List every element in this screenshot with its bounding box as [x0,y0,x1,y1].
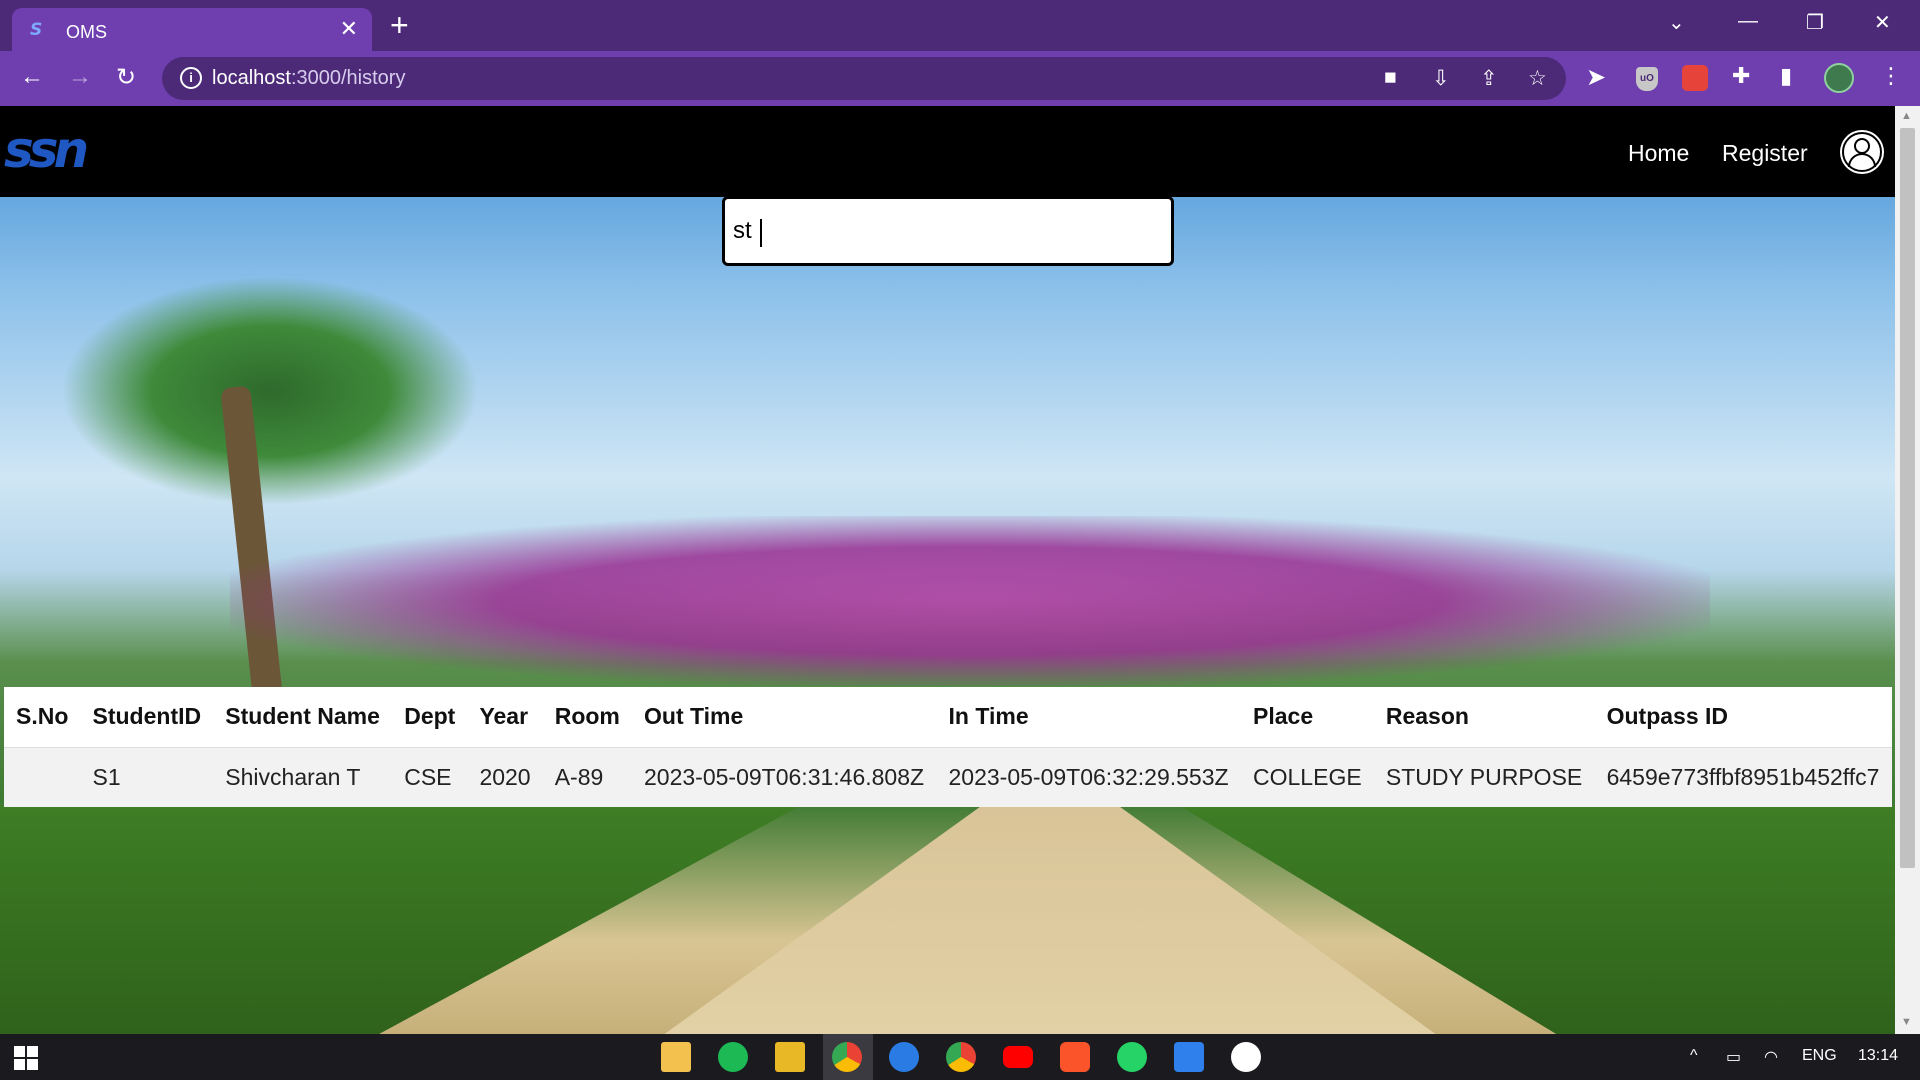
tab-title: OMS [66,22,108,42]
ssn-favicon-icon: S [30,20,43,40]
windows-taskbar: ^ ▭ ◠ ENG 13:14 [0,1034,1920,1080]
file-explorer-icon[interactable] [661,1042,691,1072]
minimize-button[interactable]: — [1738,10,1758,33]
table-row: S1 Shivcharan T CSE 2020 A-89 2023-05-09… [4,747,1892,807]
profile-avatar[interactable] [1824,63,1854,93]
chrome-alt-icon[interactable] [946,1042,976,1072]
cell-dept: CSE [392,747,468,807]
language-indicator[interactable]: ENG [1802,1047,1837,1065]
url-text[interactable]: localhost:3000/history [212,67,405,90]
ublock-extension-icon[interactable]: uO [1636,67,1658,91]
search-box[interactable] [722,196,1174,266]
new-tab-button[interactable]: + [390,8,409,42]
wifi-icon[interactable]: ◠ [1764,1047,1778,1067]
restore-button[interactable]: ❐ [1806,10,1824,35]
col-reason: Reason [1373,687,1595,748]
ssn-logo[interactable]: ssn [4,124,89,176]
git-tool-icon[interactable] [775,1042,805,1072]
col-outpass-id: Outpass ID [1594,687,1892,748]
window-close-button[interactable]: ✕ [1874,10,1891,35]
browser-toolbar: ← → ↻ i localhost:3000/history ■ ⇩ ⇪ ☆ ➤… [0,51,1920,106]
browser-tab[interactable]: S OMS ✕ [12,8,372,51]
col-dept: Dept [392,687,468,748]
cell-in-time: 2023-05-09T06:32:29.553Z [936,747,1242,807]
nav-register-link[interactable]: Register [1722,140,1808,167]
battery-icon[interactable]: ▭ [1726,1047,1741,1067]
info-icon[interactable]: i [180,67,202,89]
brave-icon[interactable] [1060,1042,1090,1072]
chrome-icon[interactable] [832,1042,862,1072]
page-viewport: ssn Home Register S.No StudentID Student… [0,106,1895,1034]
col-sno: S.No [4,687,81,748]
col-room: Room [542,687,633,748]
col-place: Place [1241,687,1374,748]
vscode-icon[interactable] [1174,1042,1204,1072]
youtube-icon[interactable] [1003,1046,1033,1068]
star-icon[interactable]: ☆ [1528,66,1547,91]
sidepanel-icon[interactable]: ▮ [1780,63,1792,89]
col-in-time: In Time [936,687,1242,748]
cell-year: 2020 [467,747,543,807]
forward-icon[interactable]: → [68,63,92,91]
page-scrollbar[interactable]: ▲ ▼ [1895,106,1920,1034]
scroll-thumb[interactable] [1900,128,1915,868]
puzzle-icon[interactable]: ✚ [1732,63,1750,89]
tray-chevron-icon[interactable]: ^ [1690,1047,1698,1065]
back-icon[interactable]: ← [20,63,44,91]
col-out-time: Out Time [632,687,937,748]
mongodb-compass-icon[interactable] [1231,1042,1261,1072]
nav-home-link[interactable]: Home [1628,140,1689,167]
cell-sno [4,747,81,807]
cell-reason: STUDY PURPOSE [1373,747,1595,807]
reload-icon[interactable]: ↻ [116,63,136,92]
app-header: ssn Home Register [0,106,1895,197]
scroll-down-icon[interactable]: ▼ [1901,1016,1912,1028]
user-account-icon[interactable] [1840,130,1884,174]
tab-search-icon[interactable]: ⌄ [1668,10,1685,35]
cell-student-name: Shivcharan T [213,747,393,807]
table-header-row: S.No StudentID Student Name Dept Year Ro… [4,687,1892,748]
clock[interactable]: 13:14 [1858,1047,1898,1065]
cursor-extension-icon[interactable]: ➤ [1586,63,1606,92]
text-caret [760,219,762,247]
cell-out-time: 2023-05-09T06:31:46.808Z [632,747,937,807]
camera-icon[interactable]: ■ [1384,66,1397,90]
whatsapp-icon[interactable] [1117,1042,1147,1072]
col-year: Year [467,687,543,748]
close-icon[interactable]: ✕ [340,16,358,42]
kebab-menu-icon[interactable]: ⋮ [1880,63,1902,89]
background-palm [60,276,480,506]
share-icon[interactable]: ⇪ [1480,66,1498,91]
spotify-icon[interactable] [718,1042,748,1072]
scroll-up-icon[interactable]: ▲ [1901,110,1912,122]
cell-outpass-id: 6459e773ffbf8951b452ffc7 [1594,747,1892,807]
install-icon[interactable]: ⇩ [1432,66,1450,91]
cell-place: COLLEGE [1241,747,1374,807]
red-extension-icon[interactable] [1682,65,1708,91]
browser-tabbar: S OMS ✕ + ⌄ — ❐ ✕ [0,0,1920,51]
col-student-id: StudentID [80,687,214,748]
cell-student-id: S1 [80,747,214,807]
background-hedge-left [0,806,800,1034]
cell-room: A-89 [542,747,633,807]
windows-start-icon[interactable] [14,1046,38,1070]
spotify-alt-icon[interactable] [889,1042,919,1072]
history-table: S.No StudentID Student Name Dept Year Ro… [4,687,1892,807]
address-bar[interactable]: i localhost:3000/history ■ ⇩ ⇪ ☆ [162,57,1566,100]
search-input[interactable] [733,209,1153,253]
col-student-name: Student Name [213,687,393,748]
